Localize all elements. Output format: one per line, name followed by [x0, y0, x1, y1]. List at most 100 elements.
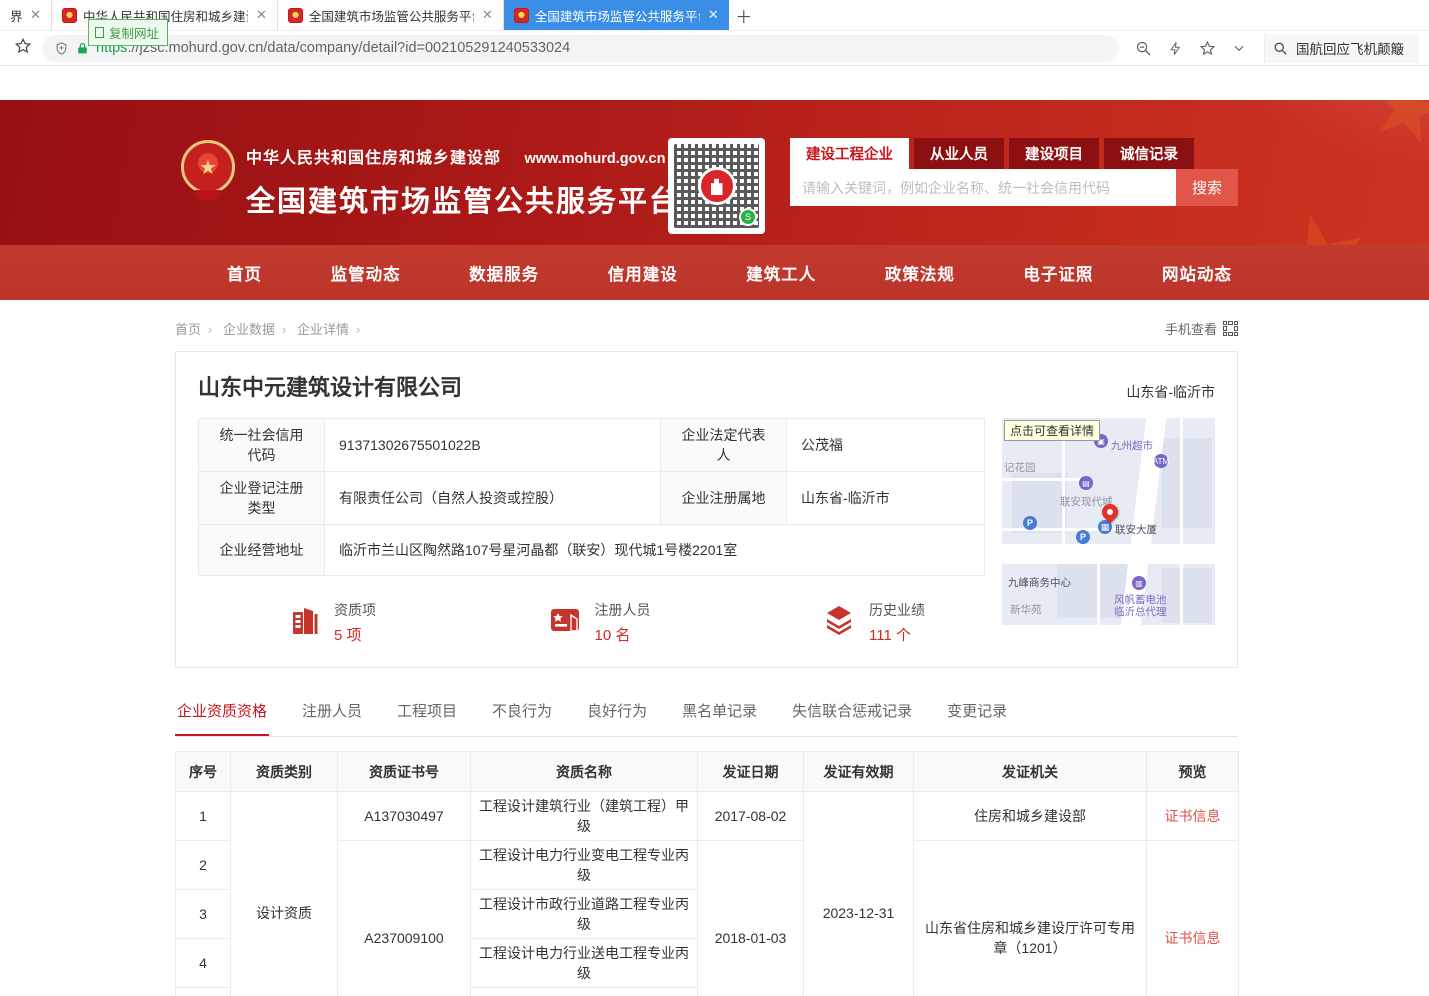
nav-item-home[interactable]: 首页 [227, 261, 262, 285]
nav-item-policy[interactable]: 政策法规 [885, 261, 955, 285]
stat-registered-personnel: 注册人员 10 名 [547, 600, 651, 645]
atm-pin-icon: ATM [1154, 454, 1168, 468]
chevron-down-icon[interactable] [1232, 41, 1246, 55]
breadcrumb-company-detail[interactable]: 企业详情 [297, 322, 349, 337]
nav-item-data-service[interactable]: 数据服务 [469, 261, 539, 285]
parking-pin-icon: P [1076, 530, 1090, 544]
detail-section-tabs: 企业资质资格 注册人员 工程项目 不良行为 良好行为 黑名单记录 失信联合惩戒记… [175, 694, 1238, 737]
field-label: 企业经营地址 [199, 525, 325, 576]
col-header-authority: 发证机关 [914, 752, 1147, 792]
qual-name-cell: 工程设计风景园林工程专项乙级 [471, 988, 698, 996]
copy-url-tooltip: 复制网址 [88, 19, 168, 46]
bookmark-star-icon[interactable] [14, 37, 32, 60]
zoom-out-icon[interactable] [1135, 40, 1152, 57]
field-label: 企业登记注册类型 [199, 472, 325, 525]
new-tab-button[interactable]: ＋ [729, 0, 759, 30]
company-card: 山东中元建筑设计有限公司 山东省-临沂市 统一社会信用代码 9137130267… [175, 351, 1238, 668]
breadcrumb-company-data[interactable]: 企业数据 [223, 322, 275, 337]
tab-qualifications[interactable]: 企业资质资格 [175, 694, 269, 736]
map-label-garden: 记花园 [1004, 460, 1036, 475]
mobile-view-button[interactable]: 手机查看 [1165, 319, 1238, 338]
qual-name-cell: 工程设计市政行业道路工程专业丙级 [471, 890, 698, 939]
col-header-name: 资质名称 [471, 752, 698, 792]
location-map[interactable]: 点击可查看详情 ▣ 九州超市 ATM 记花园 ▤ 联安现代城 ▦ 联安大厦 P … [1002, 418, 1215, 625]
page-content: 首页› 企业数据› 企业详情› 手机查看 山东中元建筑设计有限公司 山东省-临沂… [175, 319, 1238, 996]
map-label-battery-2: 临沂总代理 [1114, 604, 1167, 619]
parking-pin-icon: P [1023, 516, 1037, 530]
nav-item-supervision[interactable]: 监管动态 [331, 261, 401, 285]
certificate-info-link[interactable]: 证书信息 [1165, 808, 1221, 824]
tab-registered-personnel[interactable]: 注册人员 [300, 694, 364, 736]
address-bar: https://jzsc.mohurd.gov.cn/data/company/… [0, 31, 1429, 66]
tab-close-icon[interactable]: ✕ [256, 7, 267, 23]
breadcrumb-home[interactable]: 首页 [175, 322, 201, 337]
national-emblem-icon: ★ [181, 140, 235, 202]
tab-close-icon[interactable]: ✕ [482, 7, 493, 23]
tab-good-behavior[interactable]: 良好行为 [585, 694, 649, 736]
nav-item-certificate[interactable]: 电子证照 [1023, 261, 1093, 285]
col-header-category: 资质类别 [231, 752, 338, 792]
tab-change-records[interactable]: 变更记录 [945, 694, 1009, 736]
certificate-info-link[interactable]: 证书信息 [1165, 930, 1221, 946]
qual-name-cell: 工程设计电力行业变电工程专业丙级 [471, 841, 698, 890]
col-header-cert-no: 资质证书号 [338, 752, 471, 792]
stat-value: 111 个 [869, 624, 925, 645]
browser-quick-search[interactable]: 国航回应飞机颠簸 [1264, 34, 1419, 63]
nav-item-workers[interactable]: 建筑工人 [746, 261, 816, 285]
star-decoration-icon: ★ [1356, 100, 1429, 169]
tab-projects[interactable]: 工程项目 [395, 694, 459, 736]
emblem-favicon-icon [288, 8, 303, 23]
building-icon [286, 602, 322, 643]
tab-close-icon[interactable]: ✕ [708, 7, 719, 23]
table-row: 统一社会信用代码 91371302675501022B 企业法定代表人 公茂福 [199, 419, 985, 472]
search-tab-project[interactable]: 建设项目 [1009, 138, 1099, 169]
tab-bad-behavior[interactable]: 不良行为 [490, 694, 554, 736]
tab-dishonesty[interactable]: 失信联合惩戒记录 [790, 694, 914, 736]
field-label: 企业注册属地 [661, 472, 787, 525]
keyword-search-input[interactable] [790, 169, 1176, 206]
search-button[interactable]: 搜索 [1176, 169, 1238, 206]
favorite-star-icon[interactable] [1199, 40, 1216, 57]
map-road [1002, 544, 1215, 564]
battery-pin-icon: ▥ [1132, 576, 1146, 590]
registered-region-value: 山东省-临沂市 [787, 472, 985, 525]
stat-label: 注册人员 [595, 600, 651, 620]
browser-tab-jzsc-active[interactable]: 全国建筑市场监管公共服务平台 ✕ [504, 0, 729, 30]
business-address-value: 临沂市兰山区陶然路107号星河晶都（联安）现代城1号楼2201室 [325, 525, 985, 576]
browser-chrome: 界 ✕ 中华人民共和国住房和城乡建设 ✕ 全国建筑市场监管公共服务平台 ✕ 全国… [0, 0, 1429, 66]
qr-code: S [668, 138, 765, 234]
url-field[interactable]: https://jzsc.mohurd.gov.cn/data/company/… [42, 35, 1119, 62]
nav-item-news[interactable]: 网站动态 [1162, 261, 1232, 285]
qr-center-logo [698, 167, 736, 205]
nav-item-credit[interactable]: 信用建设 [608, 261, 678, 285]
tab-blacklist[interactable]: 黑名单记录 [680, 694, 759, 736]
authority-cell: 山东省住房和城乡建设厅许可专用章（1201） [914, 841, 1147, 996]
cert-no-cell: A237009100 [338, 841, 471, 996]
browser-tab-jzsc-1[interactable]: 全国建筑市场监管公共服务平台 ✕ [278, 0, 504, 30]
tab-close-icon[interactable]: ✕ [30, 7, 41, 23]
seq-cell: 2 [176, 841, 231, 890]
search-tab-enterprise[interactable]: 建设工程企业 [790, 138, 909, 169]
qualification-table: 序号 资质类别 资质证书号 资质名称 发证日期 发证有效期 发证机关 预览 1 … [175, 751, 1239, 996]
field-label: 企业法定代表人 [661, 419, 787, 472]
browser-tab-partial[interactable]: 界 ✕ [0, 0, 52, 30]
search-tab-credit[interactable]: 诚信记录 [1104, 138, 1194, 169]
qual-name-cell: 工程设计电力行业送电工程专业丙级 [471, 939, 698, 988]
map-label-residence: 新华苑 [1010, 602, 1042, 617]
search-tab-personnel[interactable]: 从业人员 [914, 138, 1004, 169]
bank-pin-icon: ▤ [1079, 476, 1093, 490]
map-label-building: 联安大厦 [1115, 522, 1157, 537]
site-header: ★ ★ ★ 中华人民共和国住房和城乡建设部 www.mohurd.gov.cn … [0, 100, 1429, 245]
tab-label: 全国建筑市场监管公共服务平台 [309, 6, 474, 25]
map-label-supermarket: 九州超市 [1111, 438, 1153, 453]
authority-cell: 住房和城乡建设部 [914, 792, 1147, 841]
category-cell: 设计资质 [231, 792, 338, 996]
company-region: 山东省-临沂市 [1126, 382, 1215, 402]
tab-label: 界 [10, 6, 22, 25]
star-decoration-icon: ★ [1253, 180, 1387, 245]
credit-code-value: 91371302675501022B [325, 419, 661, 472]
stat-label: 资质项 [334, 600, 376, 620]
flash-icon[interactable] [1168, 40, 1183, 57]
stat-history: 历史业绩 111 个 [821, 600, 925, 645]
header-search-module: 建设工程企业 从业人员 建设项目 诚信记录 搜索 [790, 138, 1238, 206]
